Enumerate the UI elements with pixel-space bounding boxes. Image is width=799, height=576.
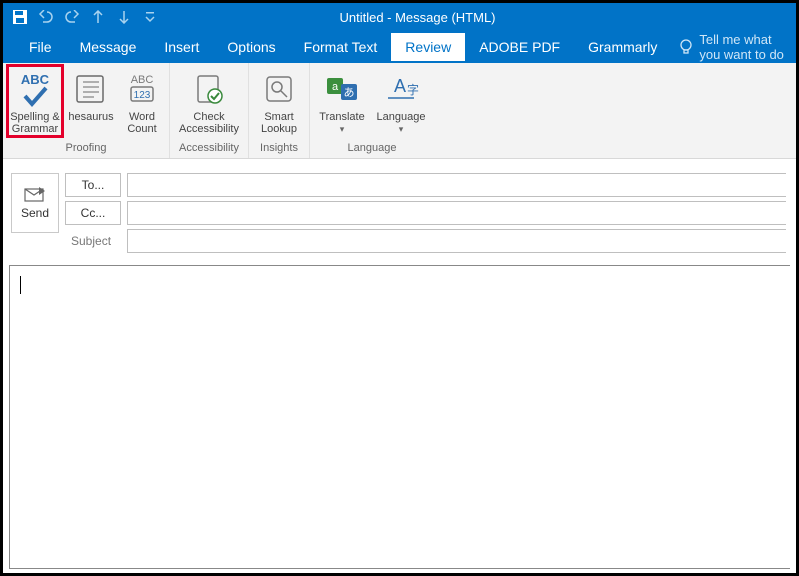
language-label: Language xyxy=(377,111,426,123)
language-icon: A字 xyxy=(374,69,428,109)
smart-lookup-label: Smart Lookup xyxy=(255,111,303,135)
compose-header: Send To... Cc... Subject xyxy=(3,159,796,259)
cc-button[interactable]: Cc... xyxy=(65,201,121,225)
to-field[interactable] xyxy=(127,173,786,197)
ribbon-tabs: File Message Insert Options Format Text … xyxy=(3,31,796,63)
translate-icon: aあ xyxy=(316,69,368,109)
svg-text:a: a xyxy=(332,81,339,93)
arrow-down-icon[interactable] xyxy=(115,8,133,26)
svg-text:123: 123 xyxy=(134,90,151,101)
thesaurus-icon xyxy=(67,69,115,109)
group-language: aあ Translate▾ A字 Language▾ Language xyxy=(310,63,434,158)
undo-icon[interactable] xyxy=(37,8,55,26)
title-bar: Untitled - Message (HTML) xyxy=(3,3,796,31)
tell-me-label: Tell me what you want to do xyxy=(699,32,784,62)
word-count-icon: ABC 123 xyxy=(121,69,163,109)
tab-options[interactable]: Options xyxy=(213,33,289,61)
svg-text:字: 字 xyxy=(407,82,419,97)
word-count-button[interactable]: ABC 123 Word Count xyxy=(121,67,163,135)
chevron-down-icon: ▾ xyxy=(340,124,345,134)
tab-adobe-pdf[interactable]: ADOBE PDF xyxy=(465,33,574,61)
group-proofing-label: Proofing xyxy=(9,140,163,156)
message-body[interactable] xyxy=(9,265,790,569)
tab-format-text[interactable]: Format Text xyxy=(290,33,392,61)
translate-label: Translate xyxy=(319,111,364,123)
group-language-label: Language xyxy=(316,140,428,156)
thesaurus-button[interactable]: hesaurus xyxy=(67,67,115,123)
svg-text:あ: あ xyxy=(344,86,355,99)
spelling-grammar-button[interactable]: ABC Spelling & Grammar xyxy=(6,64,64,138)
tab-review[interactable]: Review xyxy=(391,33,465,61)
customize-qa-icon[interactable] xyxy=(141,8,159,26)
lightbulb-icon xyxy=(679,39,693,55)
group-proofing: ABC Spelling & Grammar hesaurus xyxy=(3,63,170,158)
group-accessibility-label: Accessibility xyxy=(176,140,242,156)
text-cursor xyxy=(20,276,21,294)
send-icon xyxy=(24,186,46,202)
translate-button[interactable]: aあ Translate▾ xyxy=(316,67,368,135)
tab-review-highlight: Review xyxy=(391,33,465,61)
send-label: Send xyxy=(21,206,49,220)
tab-file[interactable]: File xyxy=(15,33,66,61)
tab-message[interactable]: Message xyxy=(66,33,151,61)
language-button[interactable]: A字 Language▾ xyxy=(374,67,428,135)
cc-field[interactable] xyxy=(127,201,786,225)
arrow-up-icon[interactable] xyxy=(89,8,107,26)
spelling-icon: ABC xyxy=(9,69,61,109)
group-insights-label: Insights xyxy=(255,140,303,156)
accessibility-icon xyxy=(176,69,242,109)
svg-text:ABC: ABC xyxy=(21,72,50,87)
svg-text:ABC: ABC xyxy=(131,74,154,86)
spelling-grammar-label: Spelling & Grammar xyxy=(9,111,61,135)
group-accessibility: Check Accessibility Accessibility xyxy=(170,63,249,158)
smart-lookup-button[interactable]: Smart Lookup xyxy=(255,67,303,135)
window-title: Untitled - Message (HTML) xyxy=(159,10,676,25)
group-insights: Smart Lookup Insights xyxy=(249,63,310,158)
chevron-down-icon: ▾ xyxy=(399,124,404,134)
tab-insert[interactable]: Insert xyxy=(150,33,213,61)
save-icon[interactable] xyxy=(11,8,29,26)
subject-label: Subject xyxy=(65,234,121,248)
check-accessibility-button[interactable]: Check Accessibility xyxy=(176,67,242,135)
tell-me-search[interactable]: Tell me what you want to do xyxy=(679,32,784,62)
tab-grammarly[interactable]: Grammarly xyxy=(574,33,671,61)
smart-lookup-icon xyxy=(255,69,303,109)
word-count-label: Word Count xyxy=(121,111,163,135)
check-accessibility-label: Check Accessibility xyxy=(176,111,242,135)
redo-icon[interactable] xyxy=(63,8,81,26)
to-button[interactable]: To... xyxy=(65,173,121,197)
thesaurus-label: hesaurus xyxy=(67,111,115,123)
send-button[interactable]: Send xyxy=(11,173,59,233)
svg-text:A: A xyxy=(394,76,406,96)
ribbon: ABC Spelling & Grammar hesaurus xyxy=(3,63,796,159)
subject-field[interactable] xyxy=(127,229,786,253)
quick-access-toolbar xyxy=(3,8,159,26)
